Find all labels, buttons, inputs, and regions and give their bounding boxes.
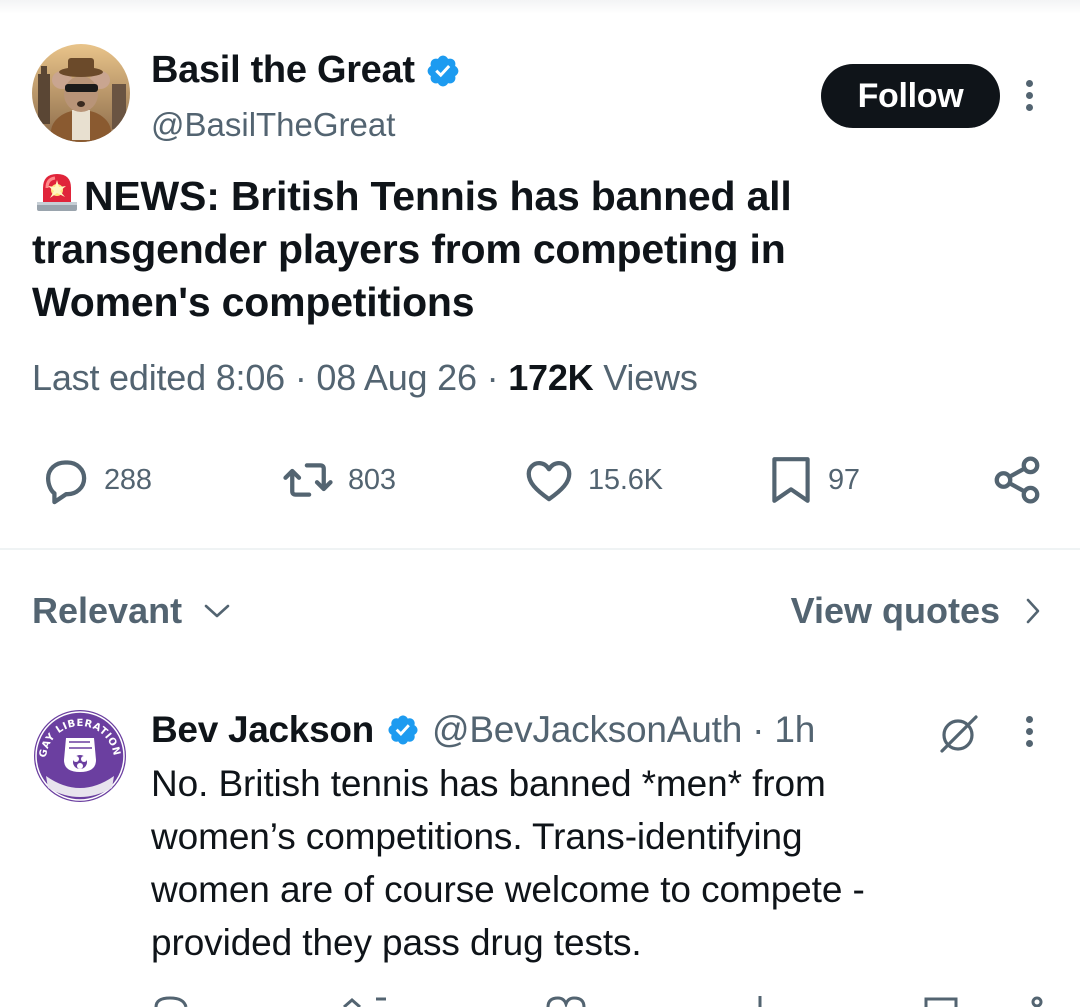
reply-author-name[interactable]: Bev Jackson xyxy=(151,709,374,751)
reply-more-icon[interactable] xyxy=(1024,716,1034,747)
edited-time[interactable]: Last edited 8:06 xyxy=(32,357,285,398)
follow-button[interactable]: Follow xyxy=(821,64,1000,128)
reply-text: No. British tennis has banned *men* from… xyxy=(151,757,1031,969)
reply-actions-peek xyxy=(154,996,1043,1007)
author-handle[interactable]: @BasilTheGreat xyxy=(151,106,395,144)
reply-button[interactable]: 288 xyxy=(38,452,152,508)
more-icon[interactable] xyxy=(1024,80,1034,111)
views-label: Views xyxy=(593,357,698,398)
author-avatar[interactable] xyxy=(32,44,130,142)
sort-dropdown[interactable]: Relevant xyxy=(32,590,232,632)
reply-text-line-4: provided they pass drug tests. xyxy=(151,922,642,963)
reply-author-avatar[interactable]: GAY LIBERATION FRONT xyxy=(32,708,128,804)
view-quotes-link[interactable]: View quotes xyxy=(791,590,1042,632)
views-count: 172K xyxy=(508,357,594,398)
tweet-text-line-1: NEWS: British Tennis has banned all xyxy=(84,173,792,219)
reply-time[interactable]: · 1h xyxy=(752,709,815,751)
share-button[interactable] xyxy=(990,452,1044,508)
reply-text-line-2: women’s competitions. Trans-identifying xyxy=(151,816,803,857)
siren-emoji xyxy=(32,166,82,216)
tweet-text-line-2: transgender players from competing in xyxy=(32,226,786,272)
grok-icon[interactable] xyxy=(936,712,980,756)
top-edge xyxy=(0,0,1080,14)
tweet-date[interactable]: 08 Aug 26 xyxy=(316,357,477,398)
bookmark-icon xyxy=(772,457,810,503)
reply-text-line-1: No. British tennis has banned *men* from xyxy=(151,763,826,804)
meta-separator: · xyxy=(285,357,317,398)
chevron-right-icon xyxy=(1026,598,1040,624)
like-count: 15.6K xyxy=(588,463,663,496)
author-name-text[interactable]: Basil the Great xyxy=(151,49,415,92)
repost-icon xyxy=(283,463,333,497)
repost-count: 803 xyxy=(348,463,396,496)
tweet-text-line-3: Women's competitions xyxy=(32,279,475,325)
reply-text-line-3: women are of course welcome to compete - xyxy=(151,869,865,910)
view-quotes-label: View quotes xyxy=(790,590,1000,631)
meta-separator: · xyxy=(476,357,509,398)
tweet-meta: Last edited 8:06 · 08 Aug 26 · 172K View… xyxy=(32,357,698,399)
reply-icon xyxy=(45,460,87,505)
bookmark-button[interactable]: 97 xyxy=(766,452,860,508)
section-divider xyxy=(0,548,1080,550)
like-icon xyxy=(526,460,572,502)
author-name[interactable]: Basil the Great xyxy=(151,49,461,92)
reply-header: Bev Jackson @BevJacksonAuth · 1h xyxy=(151,709,815,751)
reply-count: 288 xyxy=(104,463,152,496)
like-button[interactable]: 15.6K xyxy=(522,452,663,508)
chevron-down-icon xyxy=(204,604,230,618)
bookmark-count: 97 xyxy=(828,463,860,496)
repost-button[interactable]: 803 xyxy=(280,452,396,508)
sort-label: Relevant xyxy=(32,590,183,631)
verified-badge-icon xyxy=(386,713,420,747)
verified-badge-icon xyxy=(425,53,461,89)
share-icon xyxy=(994,456,1040,504)
tweet-text-line: NEWS: British Tennis has banned all xyxy=(32,166,1032,223)
reply-author-handle[interactable]: @BevJacksonAuth xyxy=(432,709,742,751)
tweet-text: NEWS: British Tennis has banned all tran… xyxy=(32,166,1032,329)
